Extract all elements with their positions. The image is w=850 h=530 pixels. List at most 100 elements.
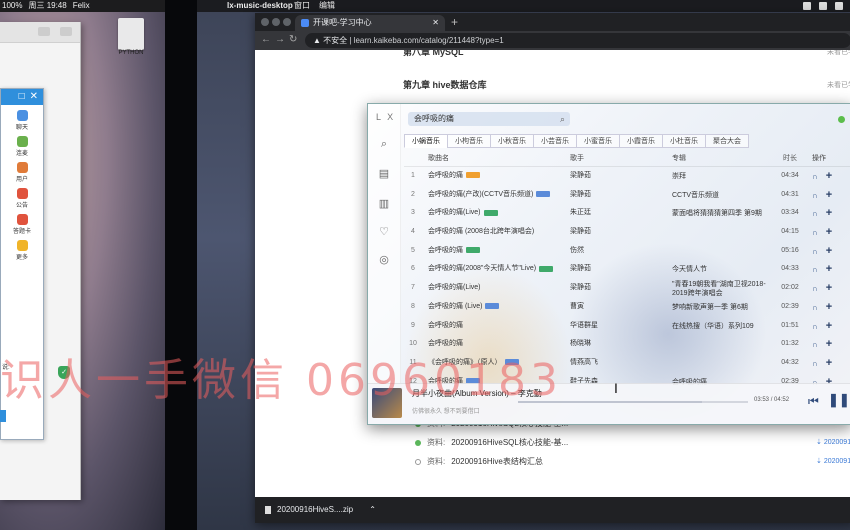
source-tab[interactable]: 聚合大会 bbox=[705, 134, 749, 148]
chat-tool-item[interactable]: 公告 bbox=[1, 188, 43, 209]
song-duration: 04:15 bbox=[781, 228, 799, 236]
app-menu[interactable]: lx-music-desktop bbox=[227, 0, 293, 12]
resource-row[interactable]: 资料: 20200916HiveSQL核心技能-基... bbox=[415, 437, 568, 448]
status-icon[interactable] bbox=[803, 2, 811, 10]
source-tab[interactable]: 小枸音乐 bbox=[447, 134, 491, 148]
forward-icon[interactable]: → bbox=[275, 34, 285, 45]
progress-bar[interactable] bbox=[518, 401, 748, 403]
source-tab[interactable]: 小杜音乐 bbox=[662, 134, 706, 148]
status-icon[interactable] bbox=[819, 2, 827, 10]
song-row[interactable]: 7 会呼吸的痛(Live) 梁静茹 "青春19朝我看"湖南卫视2018-2019跨年演… bbox=[404, 279, 850, 298]
listen-headphones-icon[interactable]: ∩ bbox=[812, 280, 818, 299]
song-row[interactable]: 10 会呼吸的痛 杨晓琳 01:32 ∩ + bbox=[404, 335, 850, 354]
search-icon[interactable]: ⌕ bbox=[560, 112, 565, 126]
leaderboard-icon[interactable]: ▥ bbox=[378, 198, 390, 210]
resource-row[interactable]: 资料: 20200916Hive表结构汇总 bbox=[415, 456, 543, 467]
chat-tool-item[interactable]: 答题卡 bbox=[1, 214, 43, 235]
back-icon[interactable]: ← bbox=[261, 34, 271, 45]
song-list-icon[interactable]: ▤ bbox=[378, 168, 390, 180]
quality-badge bbox=[539, 265, 554, 272]
chat-tool-item[interactable]: 用户 bbox=[1, 162, 43, 183]
listen-headphones-icon[interactable]: ∩ bbox=[812, 243, 818, 262]
listen-headphones-icon[interactable]: ∩ bbox=[812, 355, 818, 374]
favorites-heart-icon[interactable]: ♡ bbox=[378, 226, 390, 238]
listen-headphones-icon[interactable]: ∩ bbox=[812, 205, 818, 224]
source-tab[interactable]: 小蜗音乐 bbox=[404, 134, 448, 148]
song-row[interactable]: 2 会呼吸的痛(产改)(CCTV音乐频道) 梁静茹 CCTV音乐频道 04:31 ∩ + bbox=[404, 186, 850, 205]
add-icon[interactable]: + bbox=[826, 167, 832, 186]
col-album: 专辑 bbox=[672, 155, 686, 162]
download-link[interactable]: ⇣ 20200916 bbox=[816, 457, 850, 465]
chat-tool-item[interactable]: 连麦 bbox=[1, 136, 43, 157]
add-icon[interactable]: + bbox=[826, 298, 832, 317]
download-link[interactable]: ⇣ 20200916 bbox=[816, 438, 850, 446]
source-tab[interactable]: 小芸音乐 bbox=[533, 134, 577, 148]
song-number: 10 bbox=[409, 340, 417, 348]
listen-headphones-icon[interactable]: ∩ bbox=[812, 336, 818, 355]
window-minimize-button[interactable] bbox=[272, 18, 280, 26]
song-row[interactable]: 9 会呼吸的痛 华语群星 在线热搜（华语）系列109 01:51 ∩ + bbox=[404, 317, 850, 336]
chat-tool-item[interactable]: 更多 bbox=[1, 240, 43, 261]
add-icon[interactable]: + bbox=[826, 335, 832, 354]
song-name-text: 会呼吸的痛 bbox=[428, 340, 463, 348]
song-row[interactable]: 6 会呼吸的痛(2008"今天情人节"Live) 梁静茹 今天情人节 04:33 ∩ + bbox=[404, 260, 850, 279]
add-icon[interactable]: + bbox=[826, 354, 832, 373]
add-icon[interactable]: + bbox=[826, 260, 832, 279]
settings-icon[interactable]: ◎ bbox=[378, 254, 390, 266]
album-cover[interactable] bbox=[372, 388, 402, 418]
download-link-text: 20200916 bbox=[823, 439, 850, 446]
reload-icon[interactable]: ↻ bbox=[289, 34, 297, 45]
source-tab[interactable]: 小蜜音乐 bbox=[576, 134, 620, 148]
close-icon[interactable]: ✕ bbox=[30, 89, 38, 105]
song-row[interactable]: 3 会呼吸的痛(Live) 朱正廷 蒙面唱将猜猜猜第四季 第9期 03:34 ∩ + bbox=[404, 204, 850, 223]
menu-edit[interactable]: 编辑 bbox=[319, 0, 335, 12]
listen-headphones-icon[interactable]: ∩ bbox=[812, 187, 818, 206]
browser-tab[interactable]: 开课吧-学习中心 ✕ bbox=[295, 15, 445, 31]
source-tab[interactable]: 小霞音乐 bbox=[619, 134, 663, 148]
song-row[interactable]: 4 会呼吸的痛 (2008台北跨年演唱会) 梁静茹 04:15 ∩ + bbox=[404, 223, 850, 242]
bg-window-button[interactable] bbox=[60, 27, 72, 36]
source-tab[interactable]: 小秋音乐 bbox=[490, 134, 534, 148]
listen-headphones-icon[interactable]: ∩ bbox=[812, 168, 818, 187]
add-icon[interactable]: + bbox=[826, 279, 832, 298]
listen-headphones-icon[interactable]: ∩ bbox=[812, 299, 818, 318]
tab-close-icon[interactable]: ✕ bbox=[432, 15, 439, 31]
song-row[interactable]: 1 会呼吸的痛 梁静茹 崇拜 04:34 ∩ + bbox=[404, 167, 850, 186]
desktop-file-icon[interactable] bbox=[118, 18, 144, 50]
chevron-up-icon[interactable]: ⌃ bbox=[369, 505, 376, 514]
add-icon[interactable]: + bbox=[826, 317, 832, 336]
window-zoom-button[interactable] bbox=[283, 18, 291, 26]
menu-window[interactable]: 窗口 bbox=[294, 0, 310, 12]
new-tab-icon[interactable]: + bbox=[451, 13, 458, 31]
add-icon[interactable]: + bbox=[826, 242, 832, 261]
song-duration: 03:34 bbox=[781, 209, 799, 217]
listen-headphones-icon[interactable]: ∩ bbox=[812, 318, 818, 337]
song-row[interactable]: 11 《会呼吸的痛》（原人） 情燕高飞 04:32 ∩ + bbox=[404, 354, 850, 373]
maximize-icon[interactable]: □ bbox=[19, 89, 25, 105]
address-bar[interactable]: ▲ 不安全 | learn.kaikeba.com/catalog/211448… bbox=[305, 33, 850, 48]
pause-icon[interactable]: ❚❚ bbox=[828, 392, 850, 408]
song-search-input[interactable]: 会呼吸的痛 ⌕ bbox=[408, 112, 570, 126]
window-close-button[interactable] bbox=[261, 18, 269, 26]
add-icon[interactable]: + bbox=[826, 223, 832, 242]
song-row[interactable]: 5 会呼吸的痛 伤然 05:16 ∩ + bbox=[404, 242, 850, 261]
song-number: 5 bbox=[411, 246, 415, 254]
previous-track-icon[interactable]: ⏮ bbox=[808, 394, 819, 409]
user-text[interactable]: Felix bbox=[73, 0, 90, 12]
chat-tool-item[interactable]: 聊天 bbox=[1, 110, 43, 131]
add-icon[interactable]: + bbox=[826, 186, 832, 205]
search-icon[interactable]: ⌕ bbox=[378, 138, 390, 150]
download-item[interactable]: 20200916HiveS....zip ⌃ bbox=[265, 505, 376, 514]
add-icon[interactable]: + bbox=[826, 204, 832, 223]
chapter-heading[interactable]: 第八章 MySQL bbox=[403, 50, 464, 58]
send-button-edge[interactable] bbox=[0, 410, 6, 422]
resource-label: 资料: bbox=[427, 438, 446, 447]
song-duration: 05:16 bbox=[781, 246, 799, 254]
desktop-file-label: PYTHON bbox=[118, 50, 144, 56]
chapter-heading[interactable]: 第九章 hive数据仓库 bbox=[403, 78, 487, 91]
bg-window-button[interactable] bbox=[38, 27, 50, 36]
status-icon[interactable] bbox=[835, 2, 843, 10]
song-row[interactable]: 8 会呼吸的痛 (Live) 曹寅 梦响新歌声第一季 第6期 02:39 ∩ + bbox=[404, 298, 850, 317]
listen-headphones-icon[interactable]: ∩ bbox=[812, 224, 818, 243]
listen-headphones-icon[interactable]: ∩ bbox=[812, 261, 818, 280]
